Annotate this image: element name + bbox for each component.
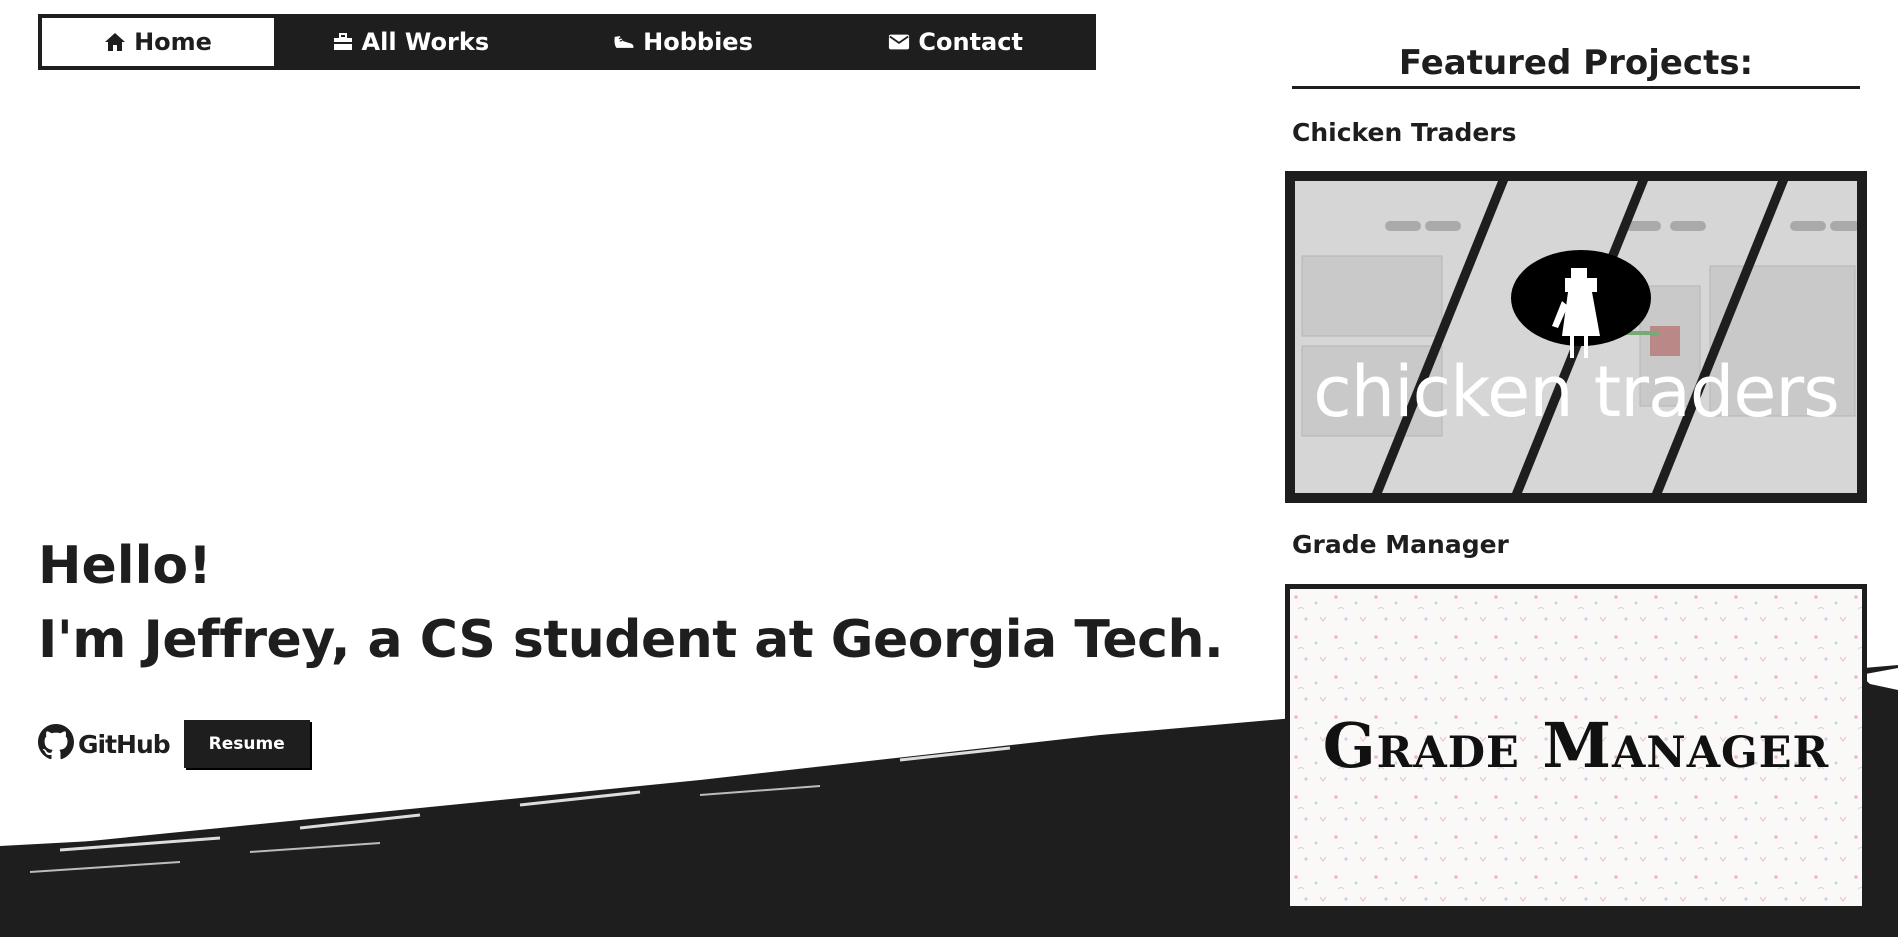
github-icon [38,724,74,764]
nav-hobbies-label: Hobbies [643,28,753,56]
chicken-traders-logo-text: chicken traders [1313,351,1839,433]
nav-hobbies[interactable]: Hobbies [547,18,820,66]
intro-heading: I'm Jeffrey, a CS student at Georgia Tec… [38,610,1224,670]
greeting-heading: Hello! [38,536,212,596]
resume-button[interactable]: Resume [183,720,310,768]
nav-contact[interactable]: Contact [819,18,1092,66]
github-label: GitHub [78,729,171,759]
nav-all-works[interactable]: All Works [274,18,547,66]
nav-all-works-label: All Works [361,28,490,56]
grade-manager-logo-text: Grade Manager [1322,709,1830,782]
main-nav: Home All Works Hobbies Contact [38,14,1096,70]
project-title-chicken-traders: Chicken Traders [1292,118,1517,147]
project-card-grade-manager[interactable]: Grade Manager [1285,584,1867,911]
project-card-chicken-traders[interactable]: chicken traders [1285,171,1867,503]
featured-projects-title: Featured Projects: [1292,40,1860,89]
github-link[interactable]: GitHub [38,724,171,764]
home-icon [104,31,126,53]
envelope-icon [888,31,910,53]
briefcase-icon [332,31,354,53]
shoe-icon [613,31,635,53]
project-title-grade-manager: Grade Manager [1292,530,1509,559]
profile-links: GitHub Resume [38,720,310,768]
nav-home[interactable]: Home [42,18,274,66]
nav-home-label: Home [134,28,212,56]
nav-contact-label: Contact [918,28,1023,56]
chicken-traders-screenshot [1290,176,1862,498]
